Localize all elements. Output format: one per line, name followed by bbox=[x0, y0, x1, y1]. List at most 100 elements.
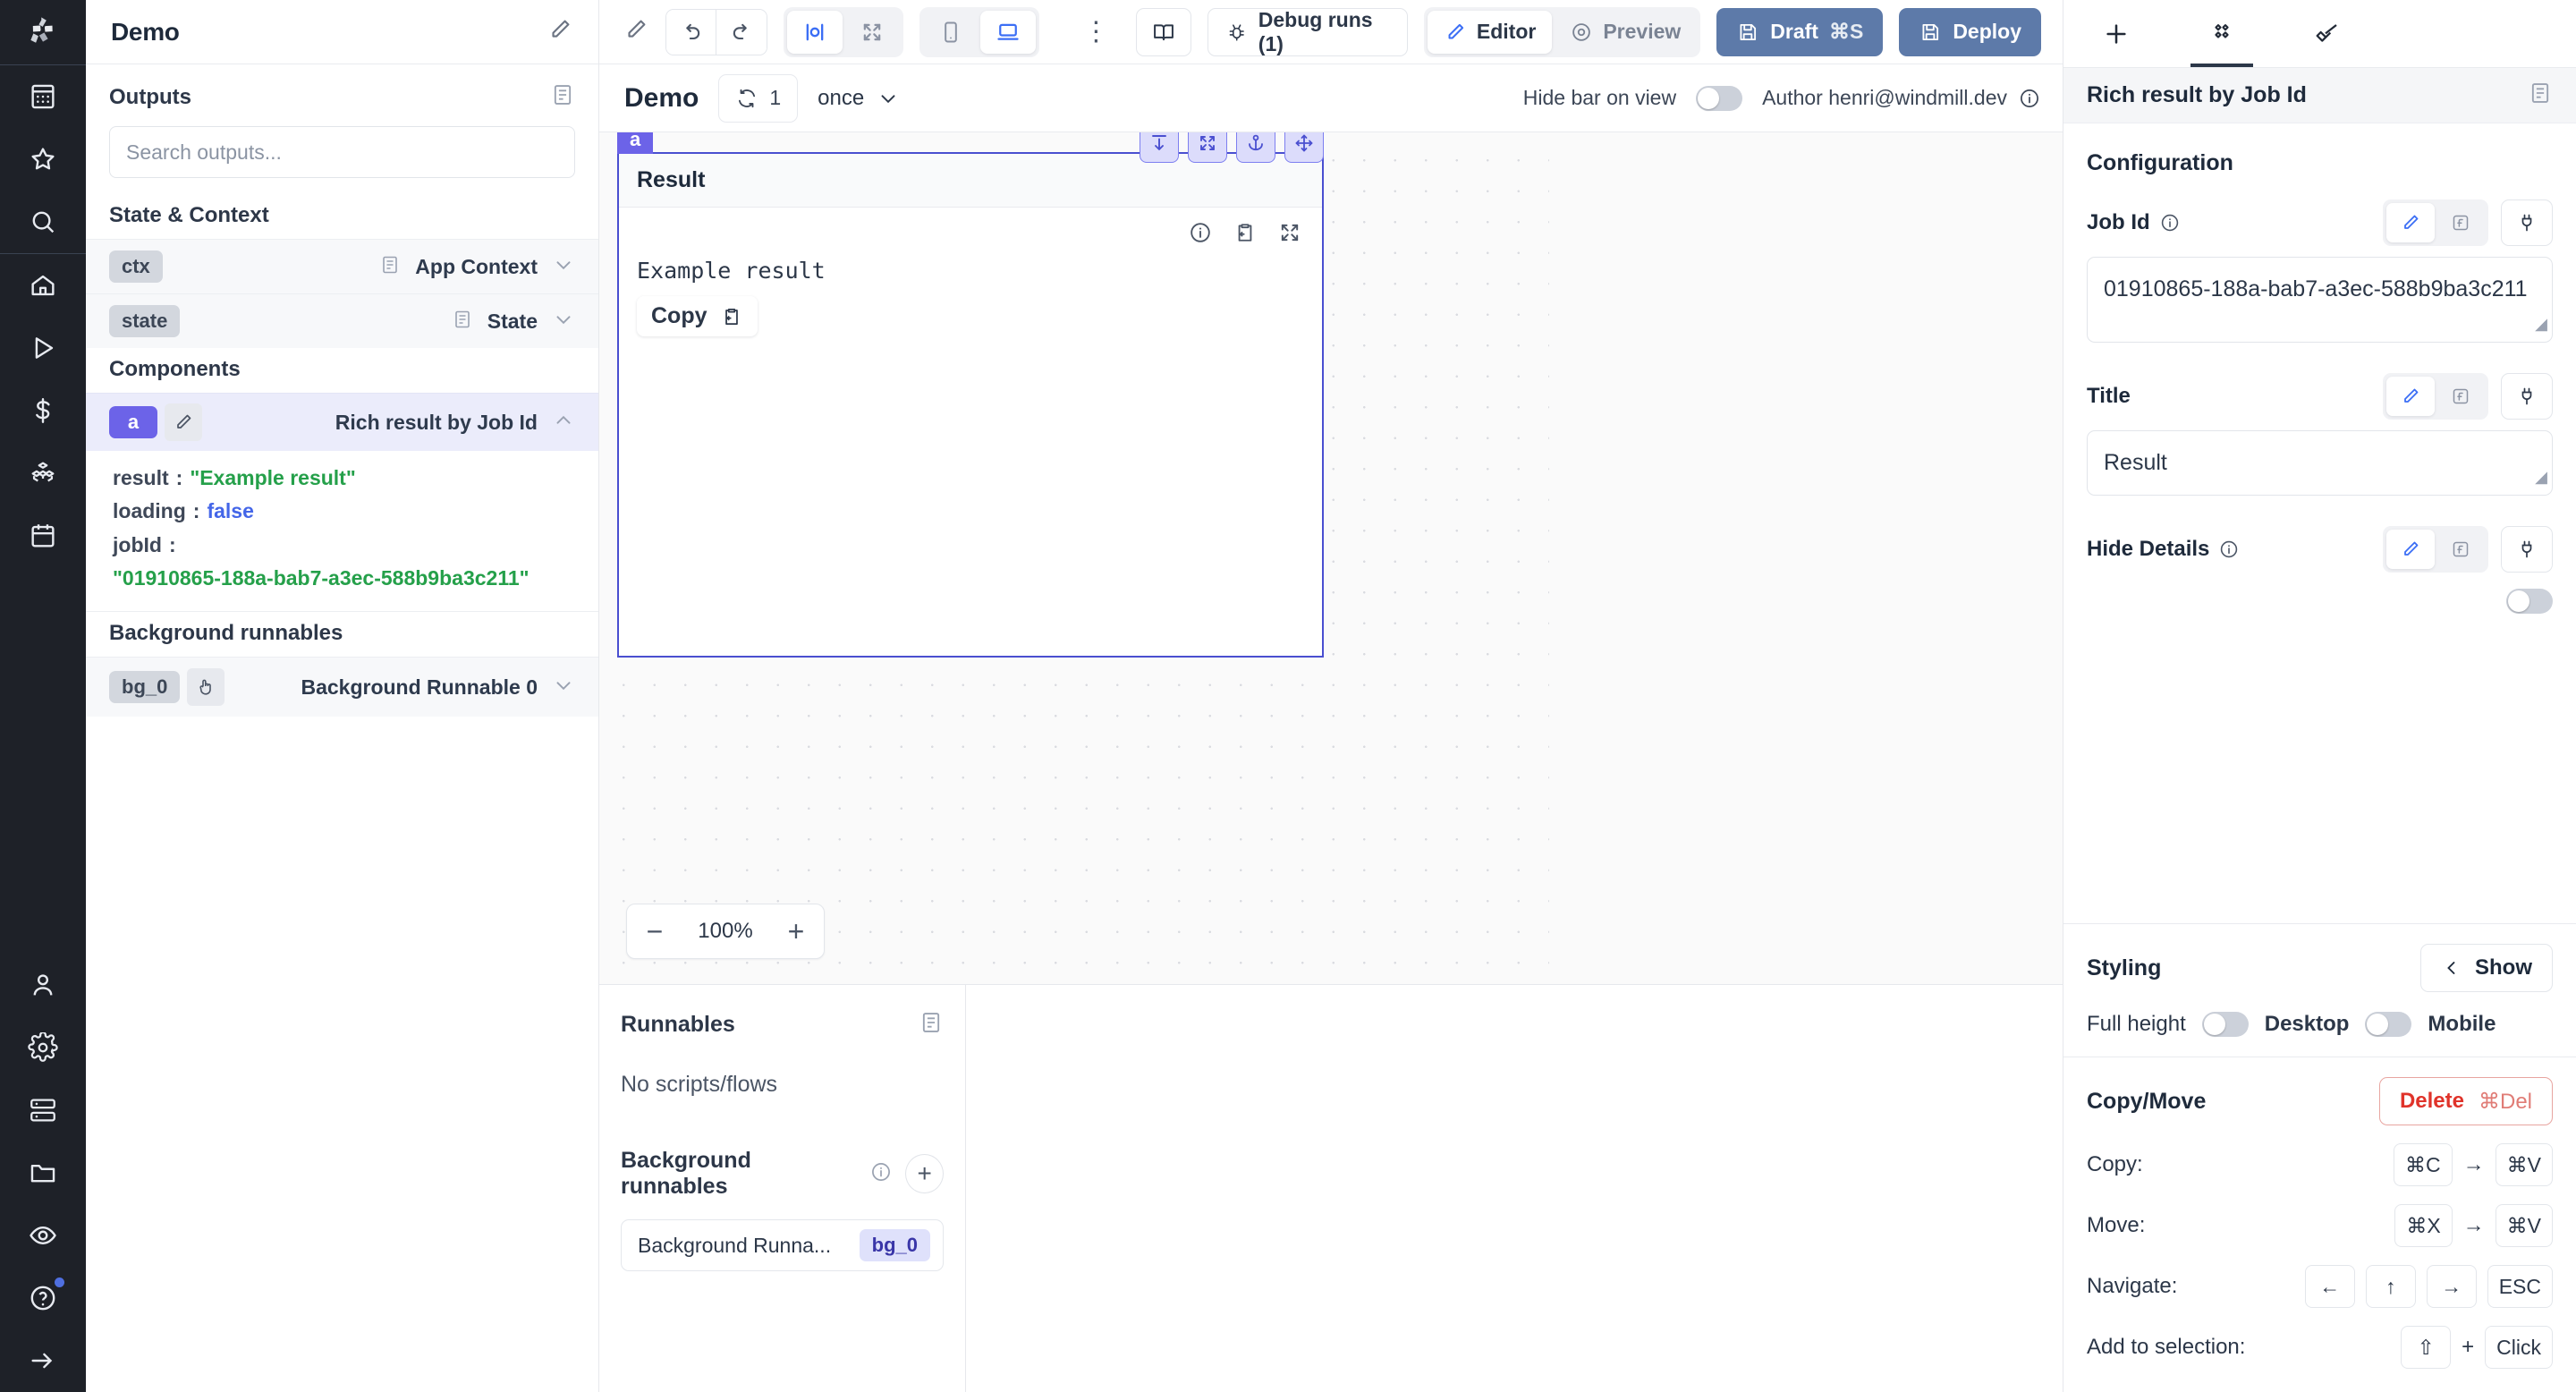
output-name-ctx: App Context bbox=[415, 254, 538, 278]
move-handle-icon[interactable] bbox=[1284, 132, 1324, 163]
docs-button[interactable] bbox=[1136, 7, 1192, 56]
nav-item-folders[interactable] bbox=[0, 1142, 86, 1204]
chevron-down-icon[interactable] bbox=[552, 253, 575, 281]
chevron-down-icon[interactable] bbox=[552, 308, 575, 335]
pointer-hand-icon[interactable] bbox=[187, 668, 225, 707]
undo-button[interactable] bbox=[666, 9, 717, 55]
styling-show-button[interactable]: Show bbox=[2420, 944, 2553, 992]
nav-item-search[interactable] bbox=[0, 191, 86, 253]
search-input[interactable] bbox=[109, 126, 575, 178]
nav-item-favorites[interactable] bbox=[0, 128, 86, 191]
edit-name-pencil-icon[interactable] bbox=[547, 16, 573, 47]
hide-details-connect-plug-icon[interactable] bbox=[2501, 525, 2553, 573]
deploy-button[interactable]: Deploy bbox=[1899, 7, 2041, 56]
key-arrow-up: ↑ bbox=[2365, 1265, 2416, 1308]
tab-component-settings[interactable] bbox=[2169, 0, 2275, 67]
field-hide-details: Hide Details bbox=[2087, 525, 2553, 614]
runnables-doc-icon[interactable] bbox=[919, 1010, 944, 1040]
add-background-runnable-button[interactable]: + bbox=[905, 1154, 944, 1193]
move-keys: ⌘X → ⌘V bbox=[2394, 1204, 2553, 1247]
redo-button[interactable] bbox=[716, 9, 767, 55]
nav-item-runs[interactable] bbox=[0, 317, 86, 379]
nav-item-workspace-admin[interactable] bbox=[0, 1079, 86, 1142]
nav-item-schedules[interactable] bbox=[0, 505, 86, 567]
state-context-label: State & Context bbox=[109, 203, 269, 227]
static-mode-pencil-icon[interactable] bbox=[2386, 529, 2435, 569]
expression-mode-fx-icon[interactable] bbox=[2436, 203, 2485, 242]
tab-style[interactable] bbox=[2275, 0, 2380, 67]
zoom-out-button[interactable]: − bbox=[627, 904, 682, 958]
expression-mode-fx-icon[interactable] bbox=[2436, 530, 2485, 569]
nav-item-variables[interactable] bbox=[0, 379, 86, 442]
outputs-doc-icon[interactable] bbox=[550, 82, 575, 112]
title-resize-grip[interactable]: ◢ bbox=[2535, 468, 2547, 487]
title-connect-plug-icon[interactable] bbox=[2501, 373, 2553, 420]
anchor-handle-icon[interactable] bbox=[1236, 132, 1275, 163]
move-down-handle-icon[interactable] bbox=[1140, 132, 1179, 163]
mobile-view-button[interactable] bbox=[923, 11, 979, 54]
chevron-down-icon[interactable] bbox=[552, 674, 575, 701]
static-mode-pencil-icon[interactable] bbox=[2386, 203, 2435, 242]
background-runnable-item[interactable]: Background Runna... bg_0 bbox=[621, 1219, 944, 1271]
more-vertical-icon[interactable]: ⋮ bbox=[1072, 18, 1120, 46]
job-id-connect-plug-icon[interactable] bbox=[2501, 199, 2553, 246]
tab-editor[interactable]: Editor bbox=[1427, 10, 1553, 54]
info-icon[interactable] bbox=[869, 1160, 893, 1188]
desktop-full-height-toggle[interactable] bbox=[2201, 1012, 2249, 1037]
output-row-ctx-right: App Context bbox=[379, 253, 575, 281]
title-textarea[interactable]: Result bbox=[2087, 430, 2553, 496]
expand-handle-icon[interactable] bbox=[1188, 132, 1227, 163]
key-cmd-x: ⌘X bbox=[2394, 1204, 2453, 1247]
mobile-full-height-toggle[interactable] bbox=[2365, 1012, 2412, 1037]
windmill-logo[interactable] bbox=[0, 0, 86, 64]
canvas-area[interactable]: a Result Example result Copy − 100% + bbox=[599, 132, 2063, 985]
desktop-view-button[interactable] bbox=[980, 10, 1037, 54]
info-icon[interactable] bbox=[1188, 220, 1213, 250]
canvas-component-a[interactable]: a Result Example result Copy bbox=[617, 132, 1324, 658]
expression-mode-fx-icon[interactable] bbox=[2436, 377, 2485, 416]
output-row-ctx[interactable]: ctx App Context bbox=[86, 239, 598, 293]
field-job-id-controls bbox=[2383, 199, 2553, 246]
nav-item-audit-logs[interactable] bbox=[0, 1204, 86, 1267]
inspector-doc-icon[interactable] bbox=[2528, 81, 2553, 110]
chevron-left-icon bbox=[2447, 962, 2455, 974]
recompute-count-button[interactable]: 1 bbox=[718, 73, 799, 123]
full-width-button[interactable] bbox=[844, 11, 900, 54]
nav-item-home[interactable] bbox=[0, 254, 86, 317]
hide-details-toggle[interactable] bbox=[2506, 588, 2553, 614]
zoom-in-button[interactable]: + bbox=[768, 904, 824, 958]
toolbar-pencil-icon[interactable] bbox=[623, 16, 649, 47]
draft-button[interactable]: Draft ⌘S bbox=[1716, 7, 1884, 56]
output-row-state[interactable]: state State bbox=[86, 293, 598, 348]
navigate-shortcut-row: Navigate: ← ↑ → ESC bbox=[2087, 1265, 2553, 1308]
tab-add-component[interactable] bbox=[2063, 0, 2169, 67]
chevron-up-icon[interactable] bbox=[552, 409, 575, 437]
components-label: Components bbox=[109, 357, 241, 381]
static-mode-pencil-icon[interactable] bbox=[2386, 377, 2435, 416]
nav-item-help[interactable] bbox=[0, 1267, 86, 1329]
nav-item-resources[interactable] bbox=[0, 442, 86, 505]
output-row-bg0[interactable]: bg_0 Background Runnable 0 bbox=[86, 657, 598, 717]
tab-preview[interactable]: Preview bbox=[1554, 11, 1697, 54]
fullscreen-icon[interactable] bbox=[1277, 220, 1302, 250]
nav-item-workspace[interactable] bbox=[0, 65, 86, 128]
nav-item-settings[interactable] bbox=[0, 1016, 86, 1079]
chip-component-a: a bbox=[109, 406, 157, 438]
job-id-textarea[interactable]: 01910865-188a-bab7-a3ec-588b9ba3c211 bbox=[2087, 257, 2553, 343]
fixed-width-button[interactable] bbox=[787, 10, 843, 54]
job-id-resize-grip[interactable]: ◢ bbox=[2535, 315, 2547, 334]
copy-button[interactable]: Copy bbox=[637, 296, 758, 336]
clipboard-icon[interactable] bbox=[1233, 220, 1258, 250]
nav-item-expand[interactable] bbox=[0, 1329, 86, 1392]
copy-keys: ⌘C → ⌘V bbox=[2394, 1143, 2553, 1186]
nav-item-workers[interactable] bbox=[0, 954, 86, 1016]
nav-group-top bbox=[0, 65, 86, 253]
component-row-a[interactable]: a Rich result by Job Id bbox=[86, 393, 598, 451]
hide-bar-toggle[interactable] bbox=[1696, 85, 1743, 111]
navigate-keys: ← ↑ → ESC bbox=[2304, 1265, 2553, 1308]
key-cmd-v: ⌘V bbox=[2495, 1143, 2553, 1186]
component-edit-pencil-icon[interactable] bbox=[165, 403, 202, 441]
debug-runs-button[interactable]: Debug runs (1) bbox=[1208, 7, 1408, 56]
delete-button[interactable]: Delete ⌘Del bbox=[2378, 1077, 2553, 1125]
recompute-mode-select[interactable]: once bbox=[818, 86, 900, 111]
